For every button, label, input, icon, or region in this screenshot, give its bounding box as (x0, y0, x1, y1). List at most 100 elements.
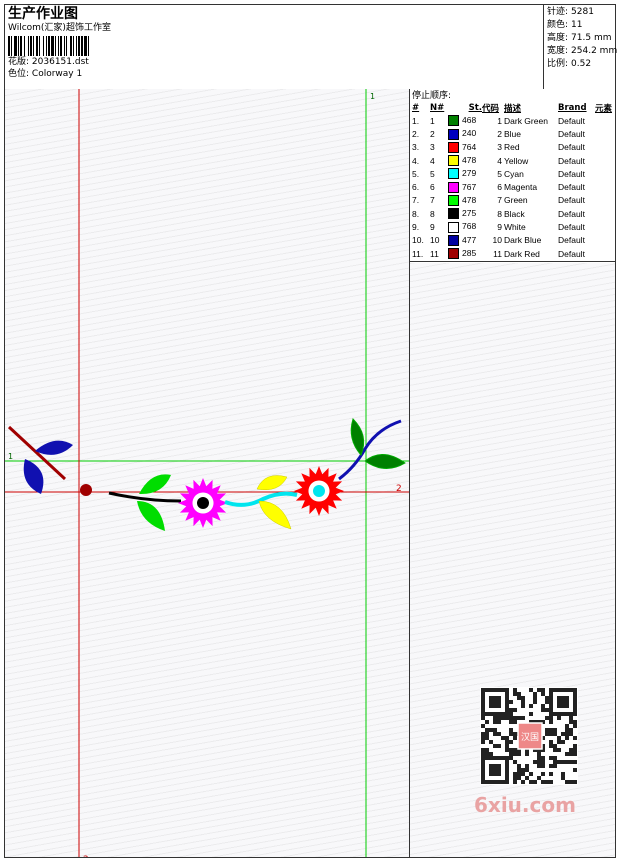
watermark-site: 6xiu.com (474, 793, 576, 817)
qr-module (569, 760, 573, 764)
qr-module (481, 752, 485, 756)
cell-idx: 11. (412, 248, 424, 259)
qr-module (545, 708, 549, 712)
qr-module (541, 708, 545, 712)
qr-module (509, 708, 513, 712)
qr-module (565, 760, 569, 764)
qr-module (489, 728, 493, 732)
barcode-bar (89, 36, 91, 56)
qr-module (553, 764, 557, 768)
stats-box: 针迹: 5281 颜色: 11 高度: 71.5 mm 宽度: 254.2 mm 比例: 0.52 (543, 5, 617, 89)
qr-module (525, 764, 529, 768)
cell-idx: 1. (412, 115, 420, 126)
qr-module (573, 736, 577, 740)
cell-idx: 3. (412, 142, 420, 153)
cell-stitches: 240 (448, 127, 482, 140)
cell-code: 1 (497, 115, 502, 126)
stat-label: 高度: (547, 33, 569, 43)
design-file-line: 花版: 2036151.dst (8, 56, 538, 68)
qr-module (553, 744, 557, 748)
qr-module (513, 716, 517, 720)
cell-desc: Dark Red (504, 248, 540, 259)
qr-module (545, 732, 549, 736)
qr-module (521, 704, 525, 708)
panel-lower-area: 汉国 6xiu.com (410, 263, 615, 857)
dark-blue-stem (338, 419, 402, 481)
qr-module (573, 720, 577, 724)
qr-code: 汉国 (480, 687, 578, 785)
thread-table-header: # N# St. 代码 描述 Brand 元素 (412, 102, 615, 114)
qr-module (553, 728, 557, 732)
thread-table-body: 1. 1 468 1 Dark Green Default 2. 2 240 2 Blue Defau… (412, 114, 615, 260)
qr-module (537, 764, 541, 768)
qr-module (557, 736, 561, 740)
qr-module (569, 728, 573, 732)
qr-module (513, 776, 517, 780)
qr-module (521, 700, 525, 704)
qr-module (517, 768, 521, 772)
stitch-count: 768 (462, 221, 477, 232)
qr-module (493, 716, 497, 720)
qr-module (561, 740, 565, 744)
cell-brand: Default (558, 115, 585, 126)
qr-module (553, 756, 557, 760)
qr-module (521, 716, 525, 720)
qr-module (549, 728, 553, 732)
green-leaf-upper (139, 474, 171, 495)
stitch-count: 275 (462, 208, 477, 219)
qr-module (485, 732, 489, 736)
color-swatch (448, 141, 459, 153)
qr-module (549, 744, 553, 748)
qr-module (557, 760, 561, 764)
table-row: 5. 5 279 5 Cyan Default (412, 167, 615, 180)
cell-brand: Default (558, 195, 585, 206)
qr-module (545, 728, 549, 732)
qr-module (549, 716, 553, 720)
qr-module (537, 688, 541, 692)
header-info: 生产作业图 Wilcom(汇家)超饰工作室 花版: 2036151.dst 色位… (8, 6, 538, 88)
column-header: 描述 (504, 104, 522, 114)
colorway-line: 色位: Colorway 1 (8, 68, 538, 80)
qr-module (541, 756, 545, 760)
qr-module (525, 768, 529, 772)
color-swatch (448, 248, 459, 260)
table-row: 7. 7 478 7 Green Default (412, 194, 615, 207)
thread-table: # N# St. 代码 描述 Brand 元素 1. 1 468 1 Dark Green Defau… (412, 102, 615, 260)
stat-value: 5281 (571, 7, 594, 17)
qr-module (545, 780, 549, 784)
cell-element (595, 167, 615, 180)
qr-module (513, 752, 517, 756)
guide-marker-top: 1 (370, 92, 375, 101)
color-swatch (448, 195, 459, 207)
qr-module (565, 724, 569, 728)
qr-module (497, 732, 501, 736)
qr-module (569, 720, 573, 724)
qr-module (549, 756, 553, 760)
color-swatch (448, 221, 459, 233)
qr-module (485, 720, 489, 724)
qr-module (561, 732, 565, 736)
design-label: 花版: (8, 57, 30, 67)
qr-module (573, 744, 577, 748)
dark-green-leaf-lower (364, 454, 406, 469)
qr-module (565, 780, 569, 784)
cell-idx: 2. (412, 128, 420, 139)
qr-module (549, 772, 553, 776)
qr-module (541, 772, 545, 776)
cell-element (595, 114, 615, 127)
seal-text: 汉国 (521, 732, 539, 743)
dark-green-leaf-upper (350, 418, 365, 456)
cell-brand: Default (558, 208, 585, 219)
stitch-count: 764 (462, 141, 477, 152)
qr-module (545, 700, 549, 704)
qr-module (481, 736, 485, 740)
qr-module (509, 700, 513, 704)
qr-module (549, 740, 553, 744)
design-canvas: 1 1 2 2 (5, 89, 410, 857)
cell-code: 7 (497, 195, 502, 206)
cell-code: 10 (492, 235, 502, 246)
cell-n: 1 (430, 115, 435, 126)
column-header: 代码 (482, 104, 500, 114)
cell-desc: Dark Green (504, 115, 548, 126)
qr-module (565, 728, 569, 732)
